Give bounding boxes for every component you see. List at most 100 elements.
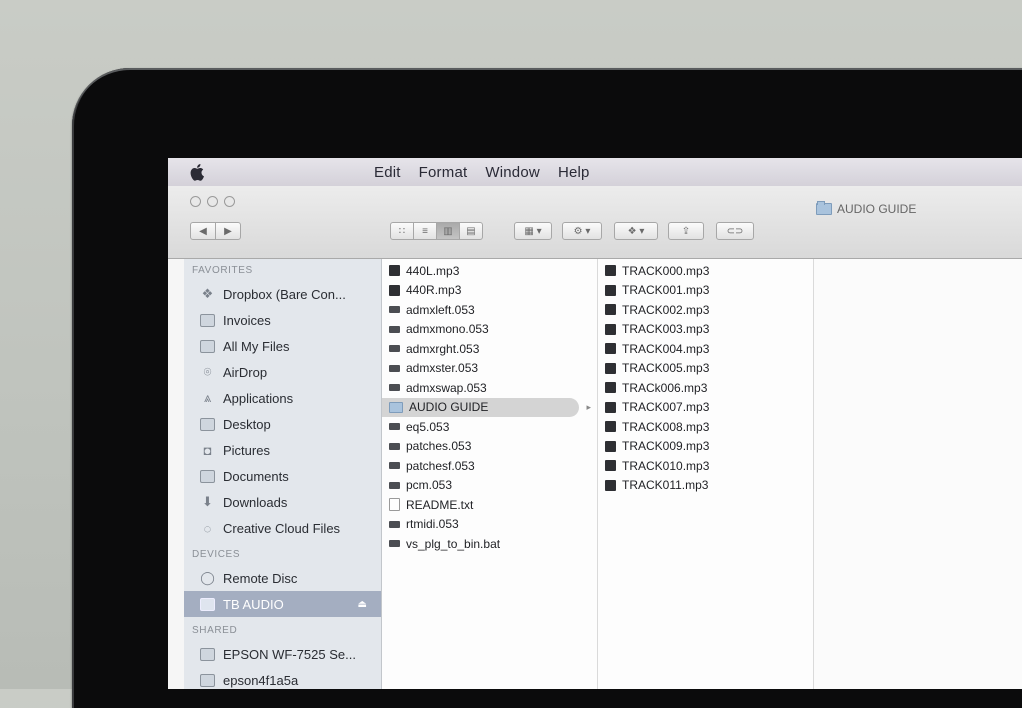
text-file-icon: [389, 498, 400, 512]
audio-file-icon: [605, 382, 616, 394]
cover-flow-button[interactable]: ▤: [459, 222, 483, 240]
file-name: patches.053: [406, 439, 472, 454]
file-row[interactable]: patches.053: [382, 437, 597, 457]
file-name: TRACK008.mp3: [622, 419, 710, 434]
eject-icon[interactable]: ⏏: [358, 599, 367, 610]
all-files-icon: [200, 339, 215, 353]
file-row[interactable]: TRACk006.mp3: [598, 378, 813, 398]
file-row[interactable]: admxrght.053: [382, 339, 597, 359]
file-name: TRACk006.mp3: [622, 380, 708, 395]
back-forward-group: ◀ ▶: [190, 222, 241, 240]
shared-item[interactable]: epson4f1a5a: [184, 667, 381, 689]
file-name: 440L.mp3: [406, 263, 460, 278]
action-button[interactable]: ⚙ ▾: [562, 222, 602, 240]
shared-item[interactable]: EPSON WF-7525 Se...: [184, 641, 381, 667]
audio-file-icon: [605, 284, 616, 296]
file-row[interactable]: vs_plg_to_bin.bat: [382, 534, 597, 554]
file-row[interactable]: TRACK003.mp3: [598, 320, 813, 340]
menu-format[interactable]: Format: [419, 164, 468, 181]
devices-item[interactable]: TB AUDIO ⏏: [184, 591, 381, 617]
file-row[interactable]: admxleft.053: [382, 300, 597, 320]
apple-icon[interactable]: [186, 162, 210, 182]
close-button[interactable]: [190, 196, 201, 207]
file-row[interactable]: 440R.mp3: [382, 281, 597, 301]
file-row[interactable]: TRACK000.mp3: [598, 261, 813, 281]
file-row[interactable]: TRACK001.mp3: [598, 281, 813, 301]
list-view-button[interactable]: ≡: [413, 222, 437, 240]
favorites-item[interactable]: ⌾ AirDrop: [184, 359, 381, 385]
file-name: TRACK004.mp3: [622, 341, 710, 356]
file-name: TRACK003.mp3: [622, 322, 710, 337]
shared-header: SHARED: [192, 625, 238, 636]
menu-edit[interactable]: Edit: [374, 164, 401, 181]
favorites-item[interactable]: Invoices: [184, 307, 381, 333]
favorites-item[interactable]: ◘ Pictures: [184, 437, 381, 463]
disclosure-arrow-icon: ▸: [586, 401, 591, 412]
file-row[interactable]: TRACK005.mp3: [598, 359, 813, 379]
file-row[interactable]: TRACK009.mp3: [598, 437, 813, 457]
file-name: rtmidi.053: [406, 517, 459, 532]
file-row[interactable]: TRACK010.mp3: [598, 456, 813, 476]
favorites-item[interactable]: Documents: [184, 463, 381, 489]
tags-button[interactable]: ⊂⊃: [716, 222, 754, 240]
file-icon: [389, 345, 400, 353]
creative-cloud-icon: ◌: [203, 520, 212, 536]
file-row[interactable]: admxmono.053: [382, 320, 597, 340]
file-row[interactable]: patchesf.053: [382, 456, 597, 476]
favorites-item[interactable]: All My Files: [184, 333, 381, 359]
file-row[interactable]: TRACK002.mp3: [598, 300, 813, 320]
file-row[interactable]: admxswap.053: [382, 378, 597, 398]
favorites-item[interactable]: Desktop: [184, 411, 381, 437]
file-row[interactable]: TRACK011.mp3: [598, 476, 813, 496]
file-row[interactable]: pcm.053: [382, 476, 597, 496]
file-row[interactable]: eq5.053: [382, 417, 597, 437]
column-view-button[interactable]: ▥: [436, 222, 460, 240]
file-icon: [389, 423, 400, 431]
file-row[interactable]: TRACK007.mp3: [598, 398, 813, 418]
file-row[interactable]: TRACK004.mp3: [598, 339, 813, 359]
menu-help[interactable]: Help: [558, 164, 590, 181]
monitor-icon: [200, 647, 215, 661]
file-name: admxswap.053: [406, 380, 487, 395]
file-row[interactable]: TRACK008.mp3: [598, 417, 813, 437]
file-icon: [389, 306, 400, 314]
audio-file-icon: [605, 304, 616, 316]
file-name: pcm.053: [406, 478, 453, 493]
minimize-button[interactable]: [207, 196, 218, 207]
file-row[interactable]: 440L.mp3: [382, 261, 597, 281]
arrange-button[interactable]: ▦ ▾: [514, 222, 552, 240]
file-row[interactable]: admxster.053: [382, 359, 597, 379]
favorites-item[interactable]: ⬇ Downloads: [184, 489, 381, 515]
favorites-item[interactable]: ◌ Creative Cloud Files: [184, 515, 381, 541]
favorites-item-label: Invoices: [223, 312, 271, 328]
shared-item-label: epson4f1a5a: [223, 672, 299, 688]
back-button[interactable]: ◀: [190, 222, 216, 240]
favorites-item-label: Documents: [223, 468, 289, 484]
window-title: AUDIO GUIDE: [816, 201, 917, 216]
dropbox-button[interactable]: ❖ ▾: [614, 222, 658, 240]
file-icon: [389, 364, 400, 372]
column-1: 440L.mp3 440R.mp3 admxleft.053 admxmono.053…: [382, 259, 598, 689]
favorites-item-label: Dropbox (Bare Con...: [223, 286, 346, 302]
favorites-header: FAVORITES: [192, 265, 253, 276]
favorites-item-label: AirDrop: [223, 364, 268, 380]
devices-item[interactable]: ◯ Remote Disc: [184, 565, 381, 591]
icon-view-button[interactable]: ∷: [390, 222, 414, 240]
folder-row[interactable]: AUDIO GUIDE ▸: [382, 397, 591, 417]
airdrop-icon: ⌾: [203, 364, 212, 379]
file-row[interactable]: README.txt: [382, 495, 597, 515]
forward-button[interactable]: ▶: [215, 222, 241, 240]
share-button[interactable]: ⇪: [668, 222, 704, 240]
file-name: admxrght.053: [406, 341, 480, 356]
file-name: eq5.053: [406, 419, 450, 434]
devices-header: DEVICES: [192, 549, 241, 560]
favorites-item-label: Creative Cloud Files: [223, 520, 341, 536]
drive-icon: [200, 597, 215, 611]
window-title-label: AUDIO GUIDE: [837, 202, 917, 216]
favorites-item[interactable]: ❖ Dropbox (Bare Con...: [184, 281, 381, 307]
favorites-item[interactable]: ⩓ Applications: [184, 385, 381, 411]
menu-window[interactable]: Window: [485, 164, 540, 181]
zoom-button[interactable]: [224, 196, 235, 207]
file-name: 440R.mp3: [406, 283, 462, 298]
file-row[interactable]: rtmidi.053: [382, 515, 597, 535]
